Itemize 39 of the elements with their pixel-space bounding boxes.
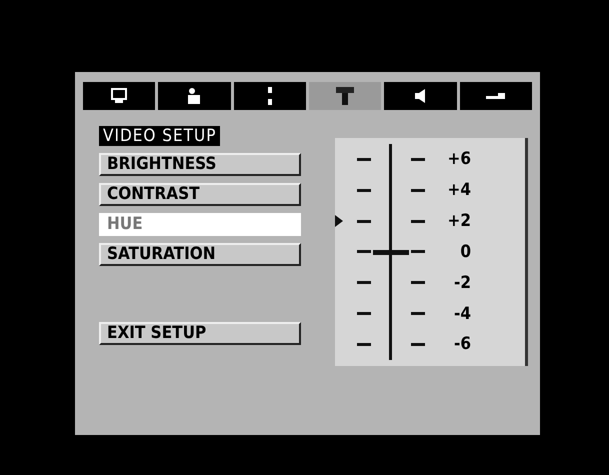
scale-label: +4 <box>446 180 471 200</box>
scale-label: -4 <box>453 304 471 324</box>
tick-mark <box>357 342 371 346</box>
scale-label: +2 <box>446 211 471 232</box>
menu-tab[interactable] <box>460 82 532 110</box>
tick-mark <box>411 158 425 161</box>
menu-item[interactable]: SATURATION <box>99 243 301 266</box>
menu-title: VIDEO SETUP <box>99 126 220 146</box>
scale-label: +6 <box>446 149 471 170</box>
tick-mark <box>411 342 425 346</box>
scale-label: 0 <box>459 242 471 262</box>
tick-mark <box>357 158 371 161</box>
tick-mark <box>357 281 371 284</box>
dots-icon <box>266 86 274 106</box>
menu-item[interactable]: CONTRAST <box>99 183 301 206</box>
menu-tab[interactable] <box>308 82 382 110</box>
menu-item[interactable]: HUE <box>99 213 301 236</box>
monitor-icon <box>109 88 130 104</box>
plug-icon <box>484 91 507 101</box>
slider-thumb[interactable] <box>373 250 409 255</box>
speaker-icon <box>413 88 428 104</box>
tick-mark <box>357 312 371 316</box>
menu-item[interactable]: BRIGHTNESS <box>99 153 301 176</box>
menu-item[interactable]: EXIT SETUP <box>99 322 301 345</box>
scale-label: -2 <box>453 272 471 293</box>
tick-mark <box>357 250 371 254</box>
scale-label: -6 <box>453 334 471 354</box>
menu-tab[interactable] <box>158 82 231 110</box>
figure-icon <box>334 86 356 106</box>
tick-mark <box>411 281 425 284</box>
tick-mark <box>411 250 425 254</box>
menu-tab[interactable] <box>384 82 457 110</box>
menu-tab[interactable] <box>234 82 306 110</box>
tick-mark <box>411 312 425 316</box>
menu-tab[interactable] <box>83 82 156 110</box>
tick-mark <box>357 220 371 223</box>
tick-mark <box>357 188 371 192</box>
tick-mark <box>411 220 425 223</box>
tick-mark <box>411 188 425 192</box>
